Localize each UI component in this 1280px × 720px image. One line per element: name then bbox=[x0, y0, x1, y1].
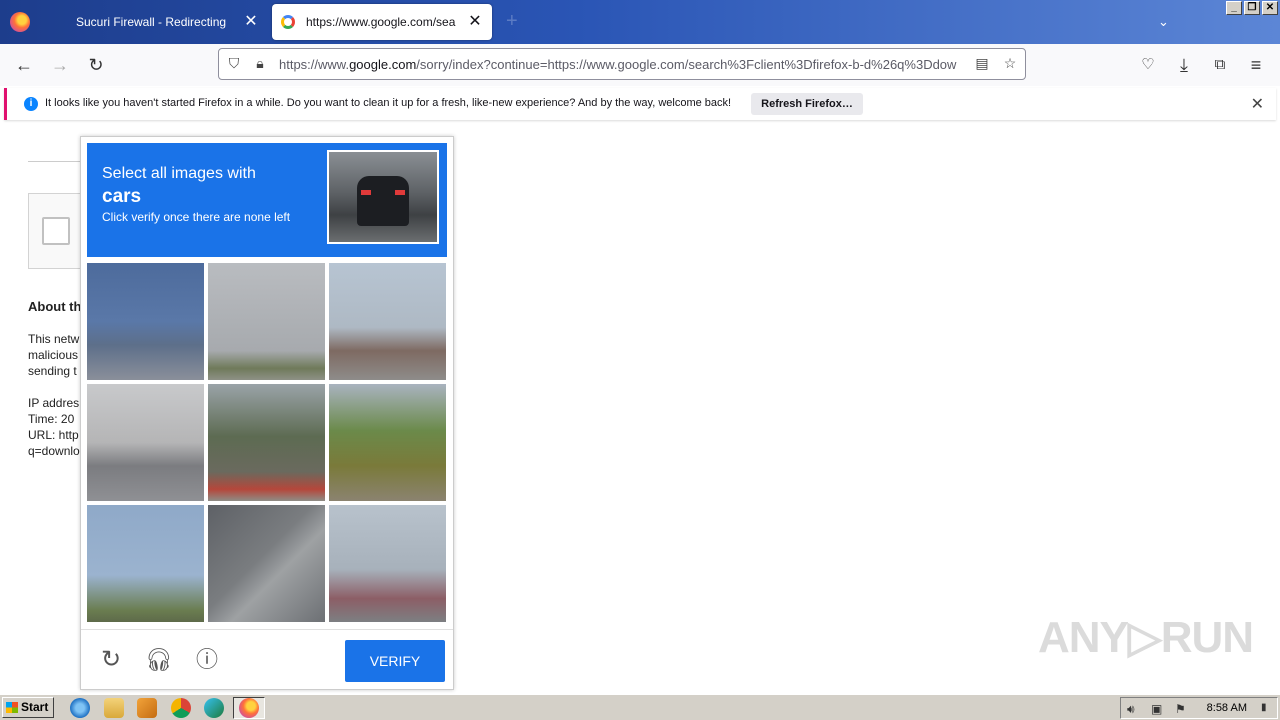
tab-bar: Sucuri Firewall - Redirecting... ✕ https… bbox=[0, 0, 1280, 44]
reader-view-icon[interactable]: ▤ bbox=[973, 55, 991, 72]
window-controls: _ ❐ ✕ bbox=[1226, 1, 1278, 15]
recaptcha-box bbox=[28, 193, 88, 269]
extensions-icon[interactable]: ⧉ bbox=[1206, 52, 1234, 78]
page-text-line: URL: http bbox=[28, 428, 79, 442]
menu-icon[interactable]: ≡ bbox=[1242, 52, 1270, 78]
minimize-button[interactable]: _ bbox=[1226, 1, 1242, 15]
notification-text: It looks like you haven't started Firefo… bbox=[45, 97, 732, 109]
restore-button[interactable]: ❐ bbox=[1244, 1, 1260, 15]
tab-title: Sucuri Firewall - Redirecting... bbox=[76, 15, 226, 29]
info-icon: i bbox=[24, 97, 38, 111]
internet-explorer-icon[interactable] bbox=[70, 698, 90, 718]
forward-icon[interactable]: → bbox=[46, 52, 74, 78]
page-text-line: IP addres bbox=[28, 396, 80, 410]
new-tab-button[interactable]: + bbox=[506, 10, 518, 33]
tab-google[interactable]: https://www.google.com/search?c ✕ bbox=[272, 4, 492, 40]
image-tile[interactable] bbox=[87, 505, 204, 622]
page-text-line: malicious bbox=[28, 348, 79, 362]
tab-sucuri[interactable]: Sucuri Firewall - Redirecting... ✕ bbox=[60, 4, 268, 40]
url-text[interactable]: https://www.google.com/sorry/index?conti… bbox=[279, 57, 969, 72]
page-text-line: sending t bbox=[28, 364, 77, 378]
network-icon[interactable]: ▣ bbox=[1151, 702, 1162, 716]
list-all-tabs-icon[interactable]: ⌄ bbox=[1158, 14, 1169, 30]
url-bar[interactable]: ⛉ 🔒︎ https://www.google.com/sorry/index?… bbox=[218, 48, 1026, 80]
show-desktop-icon[interactable]: ▮ bbox=[1261, 702, 1267, 713]
captcha-challenge: Select all images with cars Click verify… bbox=[80, 136, 454, 690]
start-button[interactable]: Start bbox=[2, 697, 54, 718]
firefox-icon bbox=[239, 698, 259, 718]
flag-icon[interactable]: ⚑ bbox=[1175, 702, 1186, 716]
page-text-line: Time: 20 bbox=[28, 412, 75, 426]
downloads-icon[interactable]: ⤓ bbox=[1170, 52, 1198, 78]
windows-logo-icon bbox=[6, 702, 18, 713]
image-tile[interactable] bbox=[208, 505, 325, 622]
captcha-hint: Click verify once there are none left bbox=[102, 210, 291, 224]
tail-light bbox=[395, 190, 405, 195]
captcha-target: cars bbox=[102, 186, 142, 207]
url-host: google.com bbox=[349, 57, 417, 72]
bookmark-star-icon[interactable]: ☆ bbox=[1001, 55, 1019, 72]
media-player-icon[interactable] bbox=[137, 698, 157, 718]
clock: 8:58 AM bbox=[1206, 702, 1247, 714]
volume-icon[interactable]: 🔊︎ bbox=[1127, 702, 1135, 717]
page-heading: About th bbox=[28, 299, 80, 314]
image-tile[interactable] bbox=[87, 263, 204, 380]
url-prefix: https://www. bbox=[279, 57, 350, 72]
image-tile[interactable] bbox=[329, 263, 446, 380]
tab-title: https://www.google.com/search?c bbox=[306, 15, 456, 29]
image-tile[interactable] bbox=[208, 263, 325, 380]
page-text-line: q=downlo bbox=[28, 444, 80, 458]
close-tab-icon[interactable]: ✕ bbox=[242, 12, 260, 32]
captcha-header: Select all images with cars Click verify… bbox=[87, 143, 447, 257]
headphones-icon[interactable]: 🎧︎ bbox=[145, 646, 173, 674]
page-divider bbox=[28, 161, 88, 162]
firefox-taskbar-button[interactable] bbox=[233, 697, 265, 719]
notification-bar: i It looks like you haven't started Fire… bbox=[4, 88, 1276, 120]
url-path: /sorry/index?continue=https://www.google… bbox=[416, 57, 957, 72]
firefox-icon[interactable] bbox=[10, 12, 30, 32]
verify-button[interactable]: VERIFY bbox=[345, 640, 445, 682]
car-shape bbox=[357, 176, 409, 226]
close-notification-icon[interactable]: ✕ bbox=[1251, 94, 1264, 114]
system-tray: 🔊︎ ▣ ⚑ 8:58 AM ▮ bbox=[1120, 697, 1278, 719]
taskbar: Start 🔊︎ ▣ ⚑ 8:58 AM ▮ bbox=[0, 694, 1280, 720]
edge-icon[interactable] bbox=[204, 698, 224, 718]
captcha-footer: ↻ 🎧︎ ⓘ VERIFY bbox=[81, 629, 453, 689]
tail-light bbox=[361, 190, 371, 195]
google-icon bbox=[281, 15, 295, 29]
info-circle-icon[interactable]: ⓘ bbox=[193, 646, 221, 674]
chrome-icon[interactable] bbox=[171, 698, 191, 718]
image-tile[interactable] bbox=[87, 384, 204, 501]
lock-icon[interactable]: 🔒︎ bbox=[251, 55, 269, 72]
reload-challenge-icon[interactable]: ↻ bbox=[97, 646, 125, 674]
captcha-instruction: Select all images with bbox=[102, 165, 256, 182]
page-text-line: This netw bbox=[28, 332, 80, 346]
sample-car-image bbox=[327, 150, 439, 244]
start-label: Start bbox=[21, 700, 49, 714]
back-icon[interactable]: ← bbox=[10, 52, 38, 78]
close-tab-icon[interactable]: ✕ bbox=[466, 12, 484, 32]
recaptcha-checkbox[interactable] bbox=[42, 217, 70, 245]
navigation-toolbar: ← → ↻ ⛉ 🔒︎ https://www.google.com/sorry/… bbox=[0, 44, 1280, 86]
image-tile[interactable] bbox=[208, 384, 325, 501]
refresh-firefox-button[interactable]: Refresh Firefox… bbox=[751, 93, 863, 115]
image-grid bbox=[87, 263, 447, 623]
close-window-button[interactable]: ✕ bbox=[1262, 1, 1278, 15]
file-explorer-icon[interactable] bbox=[104, 698, 124, 718]
anyrun-watermark: ANY▷RUN bbox=[1038, 613, 1254, 662]
shield-icon[interactable]: ⛉ bbox=[225, 55, 243, 72]
pocket-icon[interactable]: ♡ bbox=[1134, 52, 1162, 78]
image-tile[interactable] bbox=[329, 384, 446, 501]
image-tile[interactable] bbox=[329, 505, 446, 622]
reload-icon[interactable]: ↻ bbox=[82, 52, 110, 78]
